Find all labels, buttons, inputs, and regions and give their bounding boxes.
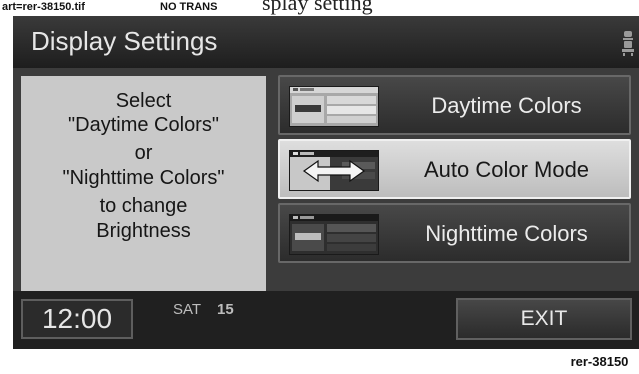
display-settings-screen: Display Settings Select "Daytime Colors"…	[13, 16, 639, 349]
page-title: Display Settings	[31, 26, 218, 56]
instruction-line: Select	[115, 90, 172, 112]
option-label: Nighttime Colors	[425, 221, 588, 246]
day-label: SAT	[173, 301, 202, 318]
instruction-line: "Nighttime Colors"	[62, 167, 225, 189]
option-label: Daytime Colors	[431, 93, 582, 118]
instruction-line: "Daytime Colors"	[68, 114, 219, 136]
daytime-preview-icon	[289, 86, 379, 127]
instructions-panel: Select "Daytime Colors" or "Nighttime Co…	[21, 76, 266, 292]
title-bar: Display Settings	[13, 16, 639, 68]
status-bar: 12:00 SAT 15 EXIT	[13, 291, 639, 349]
instruction-line: or	[134, 142, 153, 164]
date-label: 15	[217, 301, 234, 318]
instruction-line: to change	[99, 195, 188, 217]
reference-id-label: rer-38150	[560, 350, 639, 374]
no-trans-label: NO TRANS	[160, 1, 218, 13]
option-label: Auto Color Mode	[423, 157, 590, 182]
nighttime-preview-icon	[289, 214, 379, 255]
caption-fragment: splay setting	[262, 0, 373, 15]
auto-mode-preview-icon	[289, 150, 379, 191]
auto-color-mode-button[interactable]: Auto Color Mode	[278, 139, 631, 199]
content-area: Select "Daytime Colors" or "Nighttime Co…	[13, 68, 639, 292]
art-file-label: art=rer-38150.tif	[2, 1, 85, 13]
exit-button[interactable]: EXIT	[456, 298, 632, 340]
daytime-colors-button[interactable]: Daytime Colors	[278, 75, 631, 135]
document-header-strip: art=rer-38150.tif NO TRANS splay setting	[0, 0, 639, 16]
seat-icon	[622, 31, 634, 56]
clock-display[interactable]: 12:00	[21, 299, 133, 339]
instruction-line: Brightness	[96, 220, 191, 242]
nighttime-colors-button[interactable]: Nighttime Colors	[278, 203, 631, 263]
